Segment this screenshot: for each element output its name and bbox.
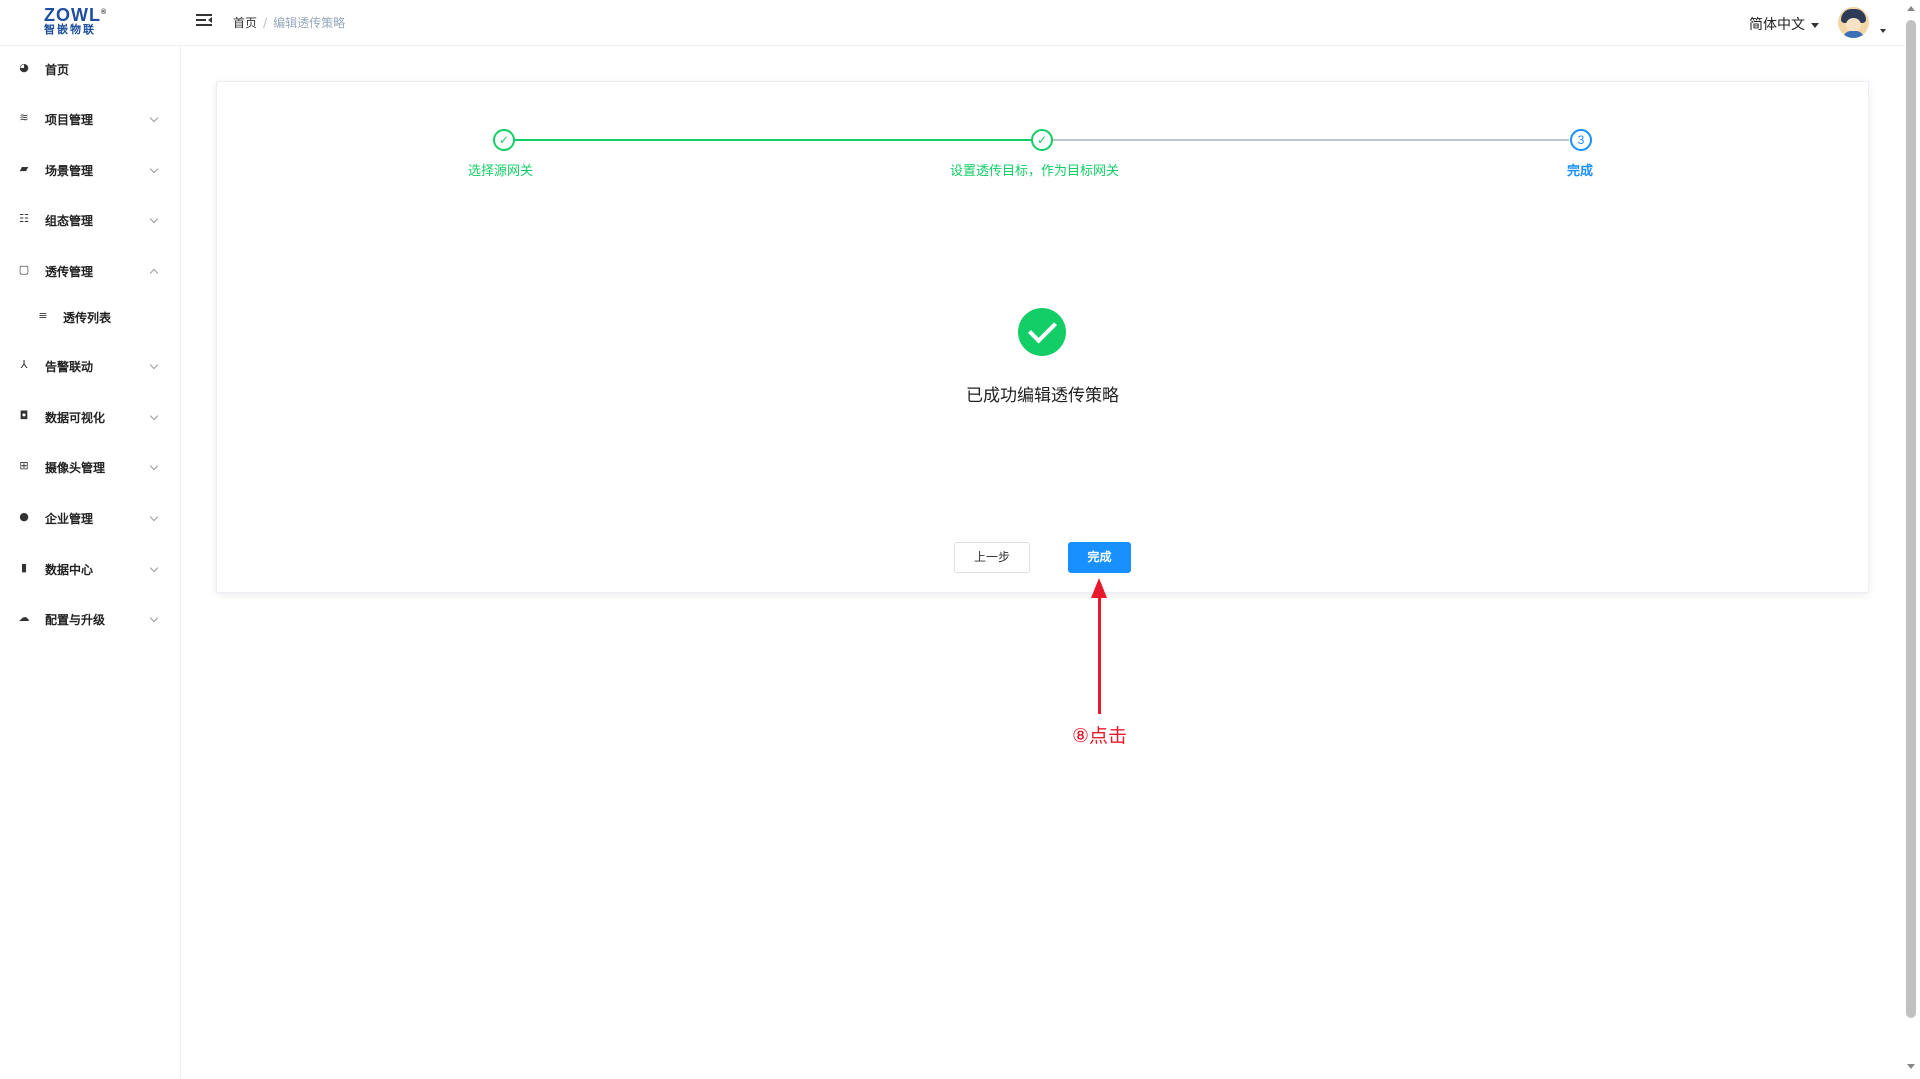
logo-subtitle: 智嵌物联 [44, 23, 96, 36]
monitor-icon: ▢ [18, 263, 30, 276]
chevron-up-icon [149, 268, 159, 278]
finish-button[interactable]: 完成 [1068, 542, 1131, 573]
breadcrumb-current: 编辑透传策略 [273, 16, 346, 30]
step-connector-1 [515, 139, 1041, 141]
chevron-down-icon [149, 113, 159, 123]
scrollbar-thumb[interactable] [1906, 20, 1916, 1018]
annotation-arrow-shaft [1098, 596, 1101, 714]
sidebar-item-label: 场景管理 [45, 164, 94, 178]
chevron-down-icon [149, 461, 159, 471]
logo-registered-mark: ® [100, 9, 108, 16]
sidebar-item-cameras[interactable]: ⊞ 摄像头管理 [0, 449, 181, 485]
sidebar-item-enterprise[interactable]: ● 企业管理 [0, 500, 181, 536]
bar-chart-icon: ▮ [20, 561, 28, 574]
prev-step-button[interactable]: 上一步 [954, 542, 1030, 573]
avatar[interactable] [1838, 7, 1869, 38]
language-selector[interactable]: 简体中文 [1749, 14, 1819, 34]
sidebar-item-scenes[interactable]: ▰ 场景管理 [0, 152, 181, 188]
breadcrumb-separator: / [263, 16, 268, 30]
logo-brand: ZOWL [44, 5, 101, 25]
sidebar-item-upgrade[interactable]: ☁ 配置与升级 [0, 601, 181, 637]
chevron-down-icon [149, 512, 159, 522]
step-2-check-icon: ✓ [1031, 129, 1053, 151]
annotation-arrow-icon [1091, 578, 1107, 598]
chevron-down-icon [149, 411, 159, 421]
hamburger-icon[interactable] [196, 14, 212, 28]
logo[interactable]: ZOWL® 智嵌物联 [44, 5, 116, 39]
top-bar: ZOWL® 智嵌物联 首页 / 编辑透传策略 简体中文 [0, 0, 1905, 46]
chevron-down-icon [149, 164, 159, 174]
language-label: 简体中文 [1749, 17, 1805, 33]
sidebar-item-label: 首页 [45, 63, 70, 77]
sidebar-item-label: 数据中心 [45, 563, 94, 577]
sidebar-item-label: 透传管理 [45, 265, 94, 279]
step-1-title: 选择源网关 [468, 164, 534, 179]
breadcrumb-home[interactable]: 首页 [233, 16, 257, 30]
step-3-number-icon: 3 [1570, 129, 1592, 151]
success-message: 已成功编辑透传策略 [966, 386, 1119, 406]
sidebar-item-passthrough-list[interactable]: ≡ 透传列表 [0, 299, 181, 335]
grid-icon: ⊞ [19, 459, 29, 472]
step-3-title: 完成 [1567, 164, 1594, 179]
table-icon: ☷ [19, 212, 29, 225]
step-1-check-icon: ✓ [493, 129, 515, 151]
chevron-down-icon [149, 214, 159, 224]
cloud-upload-icon: ☁ [18, 611, 30, 624]
sidebar-item-alarm[interactable]: ⅄ 告警联动 [0, 348, 181, 384]
scroll-down-arrow-icon[interactable] [1907, 1064, 1915, 1069]
sidebar-item-label: 数据可视化 [45, 411, 106, 425]
clapperboard-icon: ▰ [19, 162, 29, 175]
list-icon: ≡ [38, 309, 48, 322]
sidebar-item-label: 摄像头管理 [45, 461, 106, 475]
nodes-icon: ⅄ [20, 358, 28, 371]
scroll-up-arrow-icon[interactable] [1907, 6, 1915, 11]
sidebar-item-label: 告警联动 [45, 360, 94, 374]
layers-icon: ≋ [19, 111, 29, 124]
sidebar-item-home[interactable]: ◕ 首页 [0, 51, 181, 87]
annotation-label: ⑧点击 [1072, 725, 1128, 747]
sidebar-item-passthrough[interactable]: ▢ 透传管理 [0, 253, 181, 289]
sidebar-item-label: 项目管理 [45, 113, 94, 127]
dashboard-icon: ◕ [19, 61, 29, 74]
chevron-down-icon [149, 613, 159, 623]
sidebar-item-label: 透传列表 [63, 311, 112, 325]
caret-down-icon [1811, 22, 1819, 28]
breadcrumb: 首页 / 编辑透传策略 [233, 14, 345, 31]
sidebar-item-label: 组态管理 [45, 214, 94, 228]
step-2-title: 设置透传目标，作为目标网关 [950, 164, 1120, 179]
chevron-down-icon [149, 563, 159, 573]
avatar-caret-icon[interactable] [1880, 29, 1886, 33]
sidebar-item-projects[interactable]: ≋ 项目管理 [0, 101, 181, 137]
sidebar-item-datacenter[interactable]: ▮ 数据中心 [0, 551, 181, 587]
success-check-icon [1018, 308, 1066, 356]
sidebar-item-configuration[interactable]: ☷ 组态管理 [0, 202, 181, 238]
sidebar-item-label: 企业管理 [45, 512, 94, 526]
user-group-icon: ● [19, 510, 29, 523]
step-connector-2 [1053, 139, 1569, 141]
chat-chart-icon: ◘ [19, 409, 29, 422]
sidebar-item-label: 配置与升级 [45, 613, 106, 627]
chevron-down-icon [149, 360, 159, 370]
